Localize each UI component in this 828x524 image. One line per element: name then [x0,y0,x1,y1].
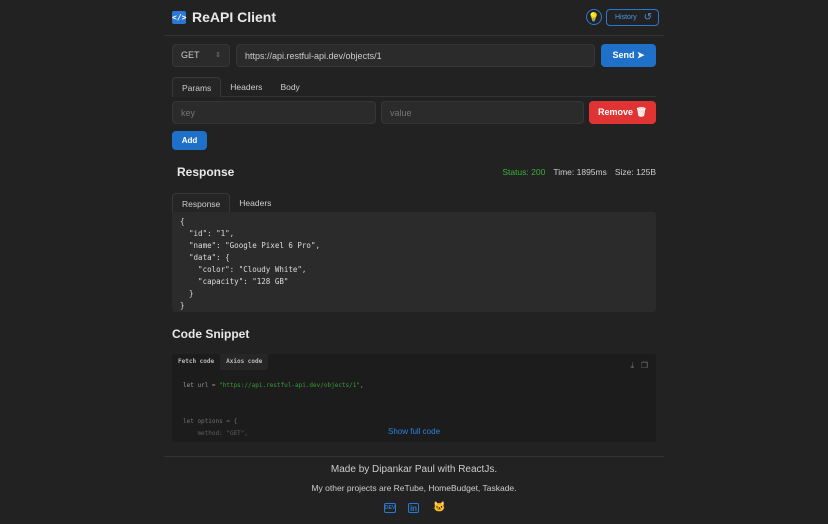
add-button[interactable]: Add [172,131,207,150]
show-full-code-link[interactable]: Show full code [172,427,656,436]
remove-button[interactable]: Remove 🗑 [589,101,656,124]
response-tabs: Response Headers [172,193,280,213]
tab-body[interactable]: Body [271,77,308,97]
linkedin-icon[interactable]: in [408,503,419,513]
code-snippet-box: Fetch code Axios code ⤓ ❐ let url = "htt… [172,354,656,442]
code-line-1-suffix: , [360,382,364,389]
download-icon[interactable]: ⤓ [630,361,634,371]
theme-toggle-button[interactable]: 💡 [586,9,602,25]
tab-params[interactable]: Params [172,77,222,97]
code-line-1-prefix: let url = [183,382,220,389]
request-tabs: Params Headers Body [172,77,656,97]
send-icon: ➤ [636,50,645,60]
code-line-2: let options = { [183,418,238,425]
tab-headers[interactable]: Headers [221,77,271,97]
dev-icon[interactable]: DEV [384,503,396,513]
github-icon[interactable]: 🐱 [433,503,445,513]
status-text: Status: 200 [502,167,546,177]
tab-fetch-code[interactable]: Fetch code [172,354,221,370]
trash-icon: 🗑 [635,107,647,117]
size-text: Size: 125B [614,167,656,177]
url-input[interactable] [236,44,595,67]
response-heading: Response [177,165,235,179]
method-select[interactable]: GET ⇕ [172,44,230,67]
code-line-1-string: "https://api.restful-api.dev/objects/1" [219,382,361,389]
send-button[interactable]: Send ➤ [601,44,656,67]
chevron-updown-icon: ⇕ [215,52,221,59]
tab-axios-code[interactable]: Axios code [220,354,268,370]
time-text: Time: 1895ms [553,167,607,177]
lightbulb-icon: 💡 [588,12,600,22]
response-body: { "id": "1", "name": "Google Pixel 6 Pro… [172,212,656,312]
history-button[interactable]: History ↺ [606,9,659,26]
app-title: ReAPI Client [192,9,277,25]
history-label: History [615,14,637,21]
send-label: Send [612,50,635,60]
response-stats: Status: 200 Time: 1895ms Size: 125B [502,167,656,177]
tab-response-headers[interactable]: Headers [230,193,280,213]
param-value-input[interactable] [381,101,584,124]
tab-response[interactable]: Response [172,193,231,213]
footer-projects: My other projects are ReTube, HomeBudget… [311,483,517,493]
copy-icon[interactable]: ❐ [641,361,648,370]
footer-divider [164,456,664,457]
code-snippet-heading: Code Snippet [172,327,250,341]
footer-credit: Made by Dipankar Paul with ReactJs. [330,464,498,475]
history-icon: ↺ [643,12,652,23]
logo-icon: </> [172,11,187,24]
header-divider [164,35,664,36]
param-key-input[interactable] [172,101,376,124]
remove-label: Remove [598,107,634,117]
method-value: GET [181,50,200,60]
